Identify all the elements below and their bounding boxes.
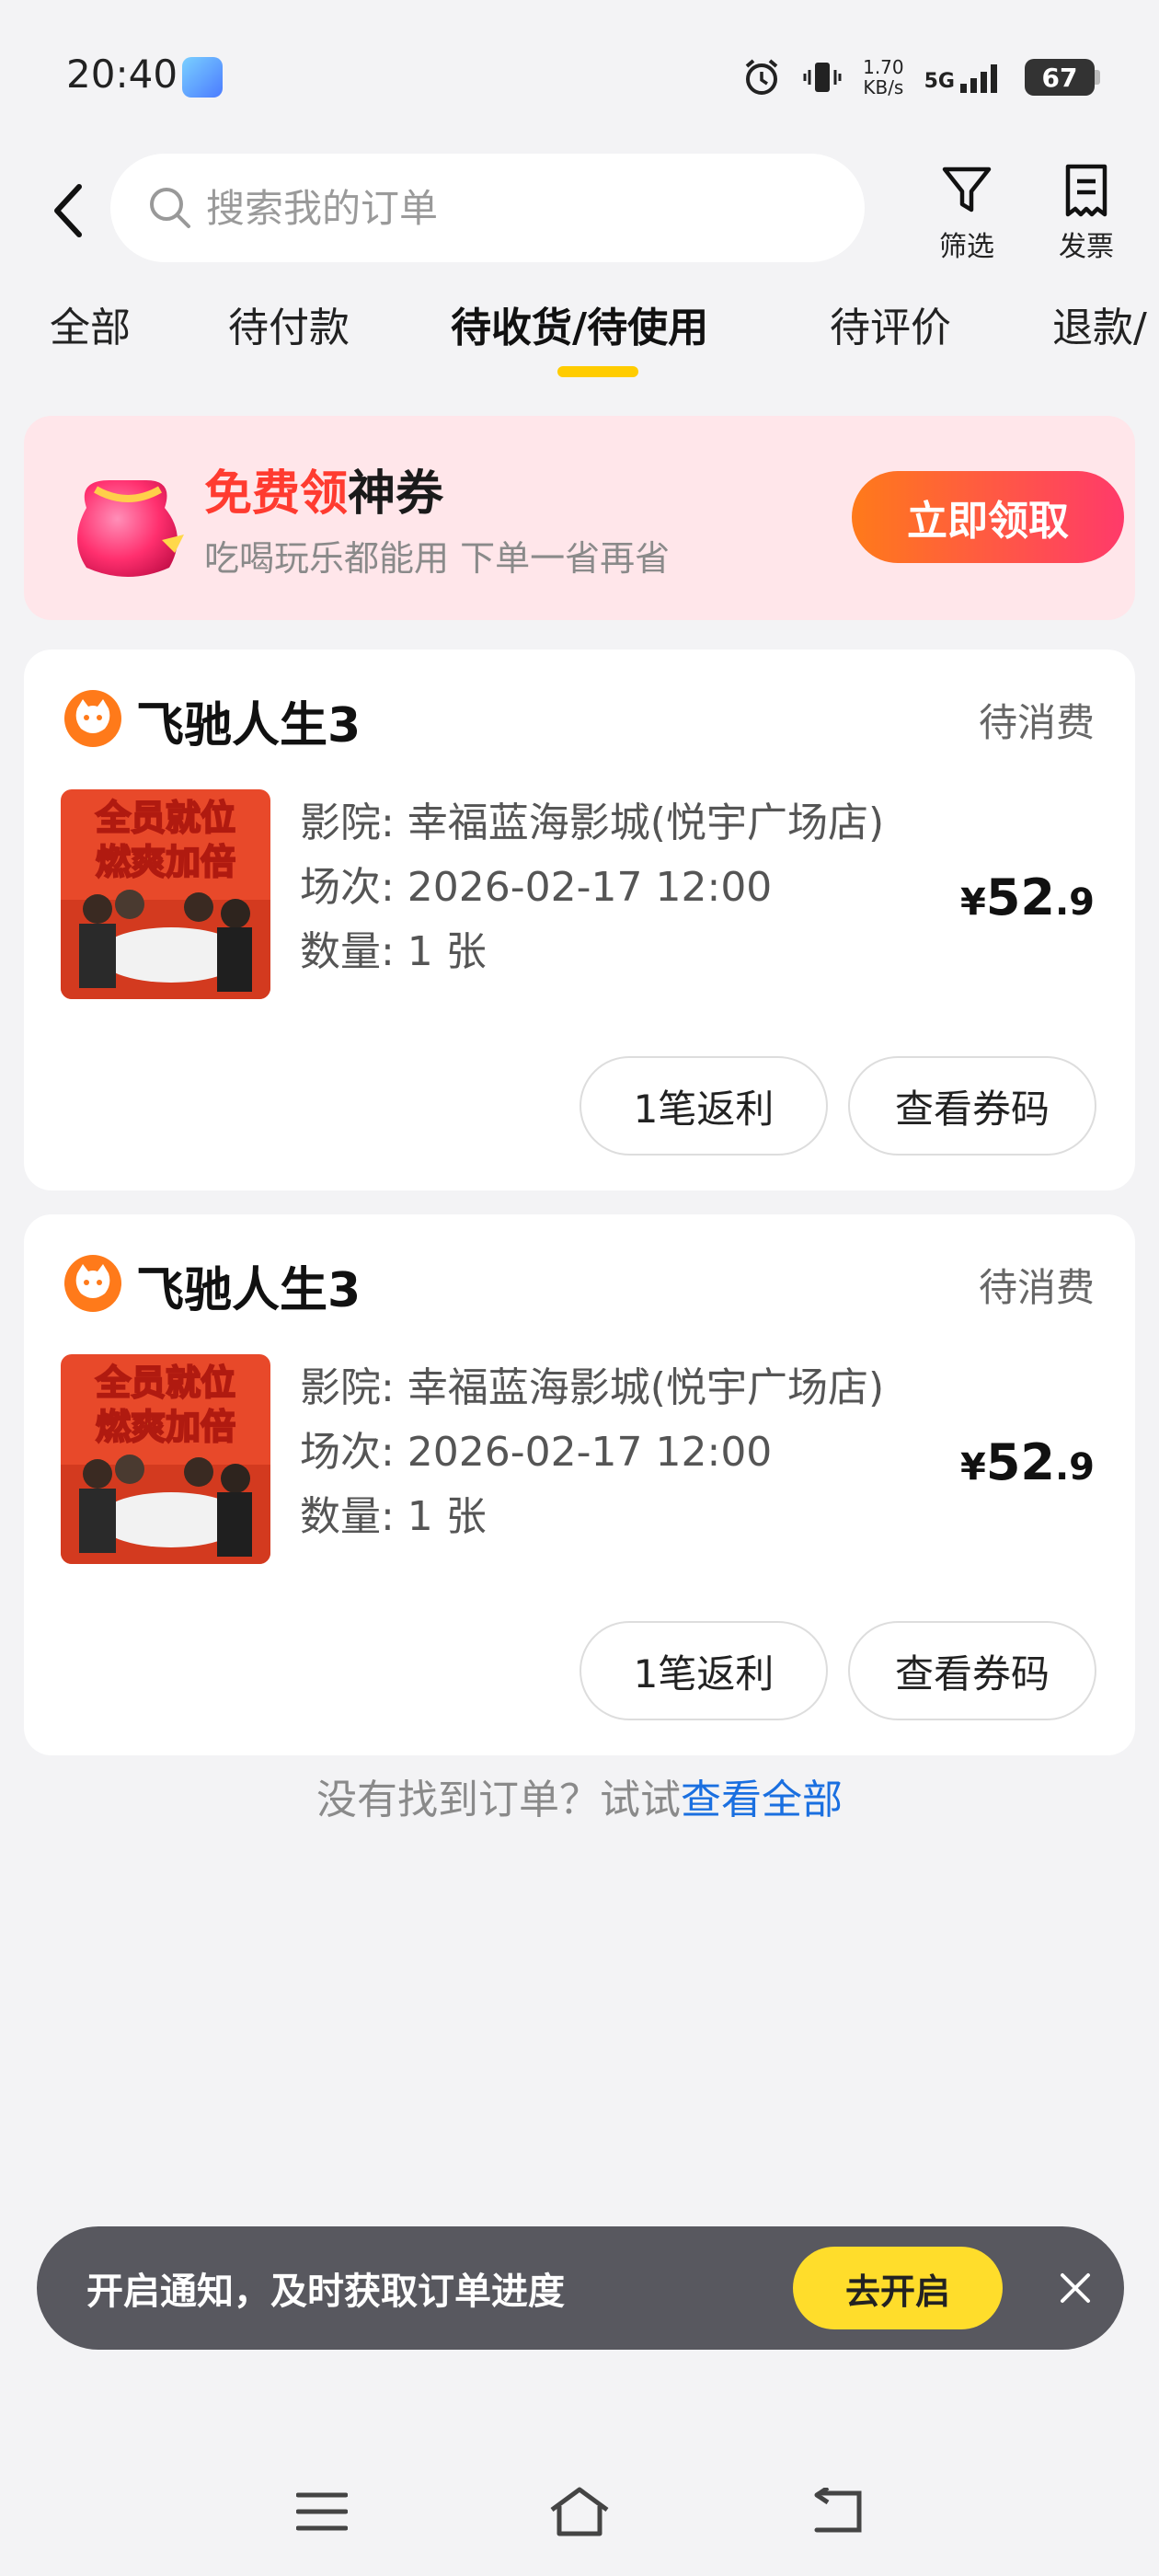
poster-text-line-2: 燃爽加倍: [96, 1407, 235, 1447]
price-decimal: .9: [1054, 1446, 1095, 1489]
tab-all[interactable]: 全部: [50, 294, 131, 353]
promo-subtitle: 吃喝玩乐都能用 下单一省再省: [204, 538, 671, 579]
order-title: 飞驰人生3: [136, 698, 361, 753]
filter-label: 筛选: [939, 231, 994, 263]
movie-poster[interactable]: 全员就位 燃爽加倍: [61, 789, 270, 999]
promo-title: 免费领神券: [204, 454, 443, 523]
network-type: 5G: [924, 70, 955, 93]
order-price: ¥52.9: [960, 868, 1095, 926]
receipt-icon: [1065, 164, 1107, 217]
order-card[interactable]: 飞驰人生3 待消费 全员就位 燃爽加倍 影院: 幸福蓝海影城(悦宇广场店) 场次…: [24, 650, 1135, 1190]
close-notification-button[interactable]: [1052, 2265, 1098, 2311]
filter-button[interactable]: 筛选: [925, 161, 1008, 264]
order-cinema: 影院: 幸福蓝海影城(悦宇广场店): [300, 1364, 885, 1411]
signal-indicator: 5G: [924, 62, 1004, 93]
order-session: 场次: 2026-02-17 12:00: [300, 1429, 773, 1476]
order-title: 飞驰人生3: [136, 1263, 361, 1318]
order-status: 待消费: [978, 700, 1095, 745]
notification-prompt-text: 开启通知，及时获取订单进度: [86, 2271, 565, 2313]
price-currency: ¥: [959, 881, 986, 924]
price-integer: 52: [985, 1433, 1055, 1491]
vibrate-icon: [802, 57, 843, 98]
order-status: 待消费: [978, 1265, 1095, 1310]
movie-poster-image: 全员就位 燃爽加倍: [61, 789, 270, 999]
order-cinema: 影院: 幸福蓝海影城(悦宇广场店): [300, 799, 885, 846]
price-currency: ¥: [959, 1446, 986, 1489]
filter-icon: [942, 167, 992, 213]
home-icon: [550, 2487, 609, 2536]
header: 筛选 发票: [0, 152, 1159, 271]
poster-text-line-1: 全员就位: [95, 1363, 235, 1403]
movie-poster-image: 全员就位 燃爽加倍: [61, 1354, 270, 1564]
claim-coupon-button[interactable]: 立即领取: [852, 471, 1124, 563]
view-ticket-code-button[interactable]: 查看券码: [848, 1056, 1096, 1156]
close-icon: [1061, 2273, 1090, 2303]
order-price: ¥52.9: [960, 1433, 1095, 1491]
tab-pending-review[interactable]: 待评价: [830, 294, 951, 353]
poster-text-line-2: 燃爽加倍: [96, 842, 235, 882]
tab-pending-payment[interactable]: 待付款: [228, 294, 350, 353]
active-tab-indicator: [557, 366, 638, 377]
order-quantity: 数量: 1 张: [300, 1493, 487, 1540]
net-speed-unit: KB/s: [863, 76, 904, 98]
order-quantity: 数量: 1 张: [300, 928, 487, 975]
price-integer: 52: [985, 868, 1055, 926]
search-icon: [150, 188, 190, 228]
status-indicators: 1.70 KB/s 5G 67: [741, 52, 1100, 103]
not-found-text: 没有找到订单？试试: [316, 1777, 681, 1823]
order-session: 场次: 2026-02-17 12:00: [300, 864, 773, 911]
search-input[interactable]: [206, 185, 758, 231]
search-box[interactable]: [110, 154, 865, 262]
back-button[interactable]: [40, 174, 96, 247]
view-ticket-code-button[interactable]: 查看券码: [848, 1621, 1096, 1720]
back-arrow-icon: [814, 2488, 862, 2533]
system-navigation-bar: [0, 2466, 1159, 2558]
enable-notifications-button[interactable]: 去开启: [793, 2247, 1003, 2329]
promo-title-rest: 神券: [348, 466, 444, 522]
nav-menu-button[interactable]: [285, 2475, 359, 2548]
invoice-label: 发票: [1059, 231, 1114, 263]
poster-text-line-1: 全员就位: [95, 798, 235, 838]
rebate-button[interactable]: 1笔返利: [580, 1621, 828, 1720]
coupon-promo-banner[interactable]: 免费领神券 吃喝玩乐都能用 下单一省再省 立即领取: [24, 416, 1135, 620]
red-packet-icon: [77, 480, 184, 577]
chevron-left-icon: [54, 184, 82, 237]
tab-pending-receipt[interactable]: 待收货/待使用: [451, 294, 708, 353]
nav-back-button[interactable]: [800, 2475, 874, 2548]
order-card[interactable]: 飞驰人生3 待消费 全员就位 燃爽加倍 影院: 幸福蓝海影城(悦宇广场店) 场次…: [24, 1214, 1135, 1755]
maoyan-cat-logo-icon: [64, 1255, 121, 1312]
net-speed: 1.70 KB/s: [863, 57, 904, 98]
movie-poster[interactable]: 全员就位 燃爽加倍: [61, 1354, 270, 1564]
battery-indicator: 67: [1025, 59, 1100, 96]
app-notification-icon: [182, 57, 223, 98]
not-found-hint: 没有找到订单？试试查看全部: [0, 1766, 1159, 1825]
status-time: 20:40: [66, 52, 178, 97]
maoyan-cat-logo-icon: [64, 690, 121, 747]
order-tabs: 全部 待付款 待收货/待使用 待评价 退款/: [0, 294, 1159, 386]
tab-refund[interactable]: 退款/: [1052, 294, 1147, 353]
rebate-button[interactable]: 1笔返利: [580, 1056, 828, 1156]
invoice-button[interactable]: 发票: [1045, 161, 1128, 264]
net-speed-value: 1.70: [863, 56, 904, 78]
signal-bars-icon: [960, 64, 997, 93]
nav-home-button[interactable]: [543, 2475, 616, 2548]
notification-prompt: 开启通知，及时获取订单进度 去开启: [37, 2226, 1124, 2350]
menu-icon: [296, 2492, 348, 2531]
view-all-link[interactable]: 查看全部: [681, 1777, 843, 1823]
alarm-icon: [741, 57, 782, 98]
status-bar: 20:40 1.70 KB/s 5G 67: [0, 0, 1159, 156]
promo-title-highlight: 免费领: [204, 466, 349, 522]
price-decimal: .9: [1054, 881, 1095, 924]
